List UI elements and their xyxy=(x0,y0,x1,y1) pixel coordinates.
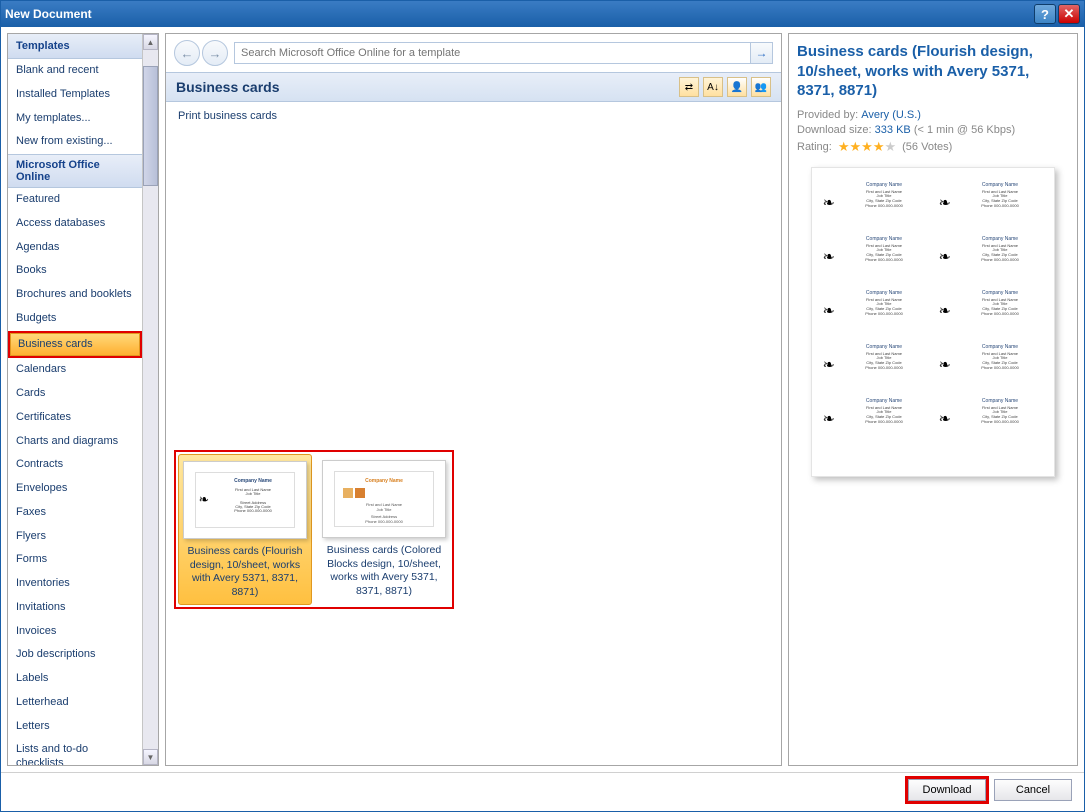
nav-forward-button[interactable]: → xyxy=(202,40,228,66)
search-box: → xyxy=(234,42,773,64)
main-panel: ← → → Business cards ⇄ A↓ 👤 👥 Print busi… xyxy=(165,33,782,766)
flourish-icon: ❧ xyxy=(196,473,212,527)
sidebar-scrollbar[interactable]: ▲ ▼ xyxy=(142,34,158,765)
view-toggle-button[interactable]: ⇄ xyxy=(679,77,699,97)
highlight-box-sidebar: Business cards xyxy=(8,331,142,359)
sidebar-item-newfrom[interactable]: New from existing... xyxy=(8,130,142,154)
sidebar-item-featured[interactable]: Featured xyxy=(8,188,142,212)
sidebar-item-charts[interactable]: Charts and diagrams xyxy=(8,430,142,454)
template-label: Business cards (Colored Blocks design, 1… xyxy=(322,544,446,599)
template-flourish[interactable]: ❧ Company NameFirst and Last NameJob Tit… xyxy=(178,454,312,605)
star-icon: ★ xyxy=(884,139,896,155)
sidebar-item-agendas[interactable]: Agendas xyxy=(8,236,142,260)
color-blocks-icon xyxy=(343,488,425,498)
search-go-button[interactable]: → xyxy=(750,43,772,63)
scroll-up-icon[interactable]: ▲ xyxy=(143,34,158,50)
sort-button[interactable]: A↓ xyxy=(703,77,723,97)
sidebar-item-flyers[interactable]: Flyers xyxy=(8,525,142,549)
star-icon: ★ xyxy=(861,139,873,155)
sidebar-item-inventories[interactable]: Inventories xyxy=(8,572,142,596)
template-label: Business cards (Flourish design, 10/shee… xyxy=(183,545,307,600)
provided-by-label: Provided by: xyxy=(797,109,858,121)
community-filter-button[interactable]: 👥 xyxy=(751,77,771,97)
sidebar-item-budgets[interactable]: Budgets xyxy=(8,307,142,331)
cancel-button[interactable]: Cancel xyxy=(994,779,1072,801)
scroll-thumb[interactable] xyxy=(143,66,158,186)
rating-label: Rating: xyxy=(797,141,832,153)
sidebar-item-lists[interactable]: Lists and to-do checklists xyxy=(8,738,142,765)
star-icon: ★ xyxy=(873,139,885,155)
templates-sidebar: Templates Blank and recent Installed Tem… xyxy=(7,33,159,766)
provided-by-value: Avery (U.S.) xyxy=(861,109,921,121)
sidebar-item-letterhead[interactable]: Letterhead xyxy=(8,691,142,715)
preview-panel: Business cards (Flourish design, 10/shee… xyxy=(788,33,1078,766)
highlight-box-templates: ❧ Company NameFirst and Last NameJob Tit… xyxy=(174,450,454,609)
sidebar-item-books[interactable]: Books xyxy=(8,259,142,283)
download-size-label: Download size: xyxy=(797,124,872,136)
template-colored-blocks[interactable]: Company Name First and Last Name Job Tit… xyxy=(318,454,450,605)
nav-back-button[interactable]: ← xyxy=(174,40,200,66)
scroll-down-icon[interactable]: ▼ xyxy=(143,749,158,765)
star-icon: ★ xyxy=(838,139,850,155)
sidebar-item-envelopes[interactable]: Envelopes xyxy=(8,477,142,501)
sidebar-item-business-cards[interactable]: Business cards xyxy=(10,333,140,357)
print-business-cards-link[interactable]: Print business cards xyxy=(166,102,781,130)
sidebar-item-mytemplates[interactable]: My templates... xyxy=(8,107,142,131)
sidebar-item-invitations[interactable]: Invitations xyxy=(8,596,142,620)
category-title: Business cards xyxy=(176,79,679,95)
dialog-footer: Download Cancel xyxy=(1,772,1084,806)
help-button[interactable]: ? xyxy=(1034,4,1056,24)
sidebar-item-forms[interactable]: Forms xyxy=(8,548,142,572)
preview-title: Business cards (Flourish design, 10/shee… xyxy=(797,42,1069,101)
template-flourish-thumbnail: ❧ Company NameFirst and Last NameJob Tit… xyxy=(183,461,307,539)
title-bar: New Document ? ✕ xyxy=(1,1,1084,27)
close-button[interactable]: ✕ xyxy=(1058,4,1080,24)
download-size-value: 333 KB xyxy=(875,124,911,136)
download-button[interactable]: Download xyxy=(908,779,986,801)
star-icon: ★ xyxy=(850,139,862,155)
sidebar-item-letters[interactable]: Letters xyxy=(8,715,142,739)
sidebar-item-calendars[interactable]: Calendars xyxy=(8,358,142,382)
sidebar-item-blank[interactable]: Blank and recent xyxy=(8,59,142,83)
sidebar-header: Templates xyxy=(8,34,142,59)
community-templates-button[interactable]: 👤 xyxy=(727,77,747,97)
rating-stars: ★ ★ ★ ★ ★ xyxy=(838,139,896,155)
sidebar-item-certificates[interactable]: Certificates xyxy=(8,406,142,430)
preview-sheet: ❧Company NameFirst and Last NameJob Titl… xyxy=(811,167,1055,477)
sidebar-item-faxes[interactable]: Faxes xyxy=(8,501,142,525)
sidebar-item-installed[interactable]: Installed Templates xyxy=(8,83,142,107)
sidebar-item-labels[interactable]: Labels xyxy=(8,667,142,691)
sidebar-section-online: Microsoft Office Online xyxy=(8,154,142,188)
sidebar-item-jobdesc[interactable]: Job descriptions xyxy=(8,643,142,667)
download-note: (< 1 min @ 56 Kbps) xyxy=(914,124,1015,136)
votes-text: (56 Votes) xyxy=(902,141,952,153)
template-colored-blocks-thumbnail: Company Name First and Last Name Job Tit… xyxy=(322,460,446,538)
search-input[interactable] xyxy=(235,43,750,63)
sidebar-item-invoices[interactable]: Invoices xyxy=(8,620,142,644)
window-title: New Document xyxy=(5,7,1032,21)
sidebar-item-access[interactable]: Access databases xyxy=(8,212,142,236)
sidebar-item-contracts[interactable]: Contracts xyxy=(8,453,142,477)
sidebar-item-cards[interactable]: Cards xyxy=(8,382,142,406)
sidebar-item-brochures[interactable]: Brochures and booklets xyxy=(8,283,142,307)
